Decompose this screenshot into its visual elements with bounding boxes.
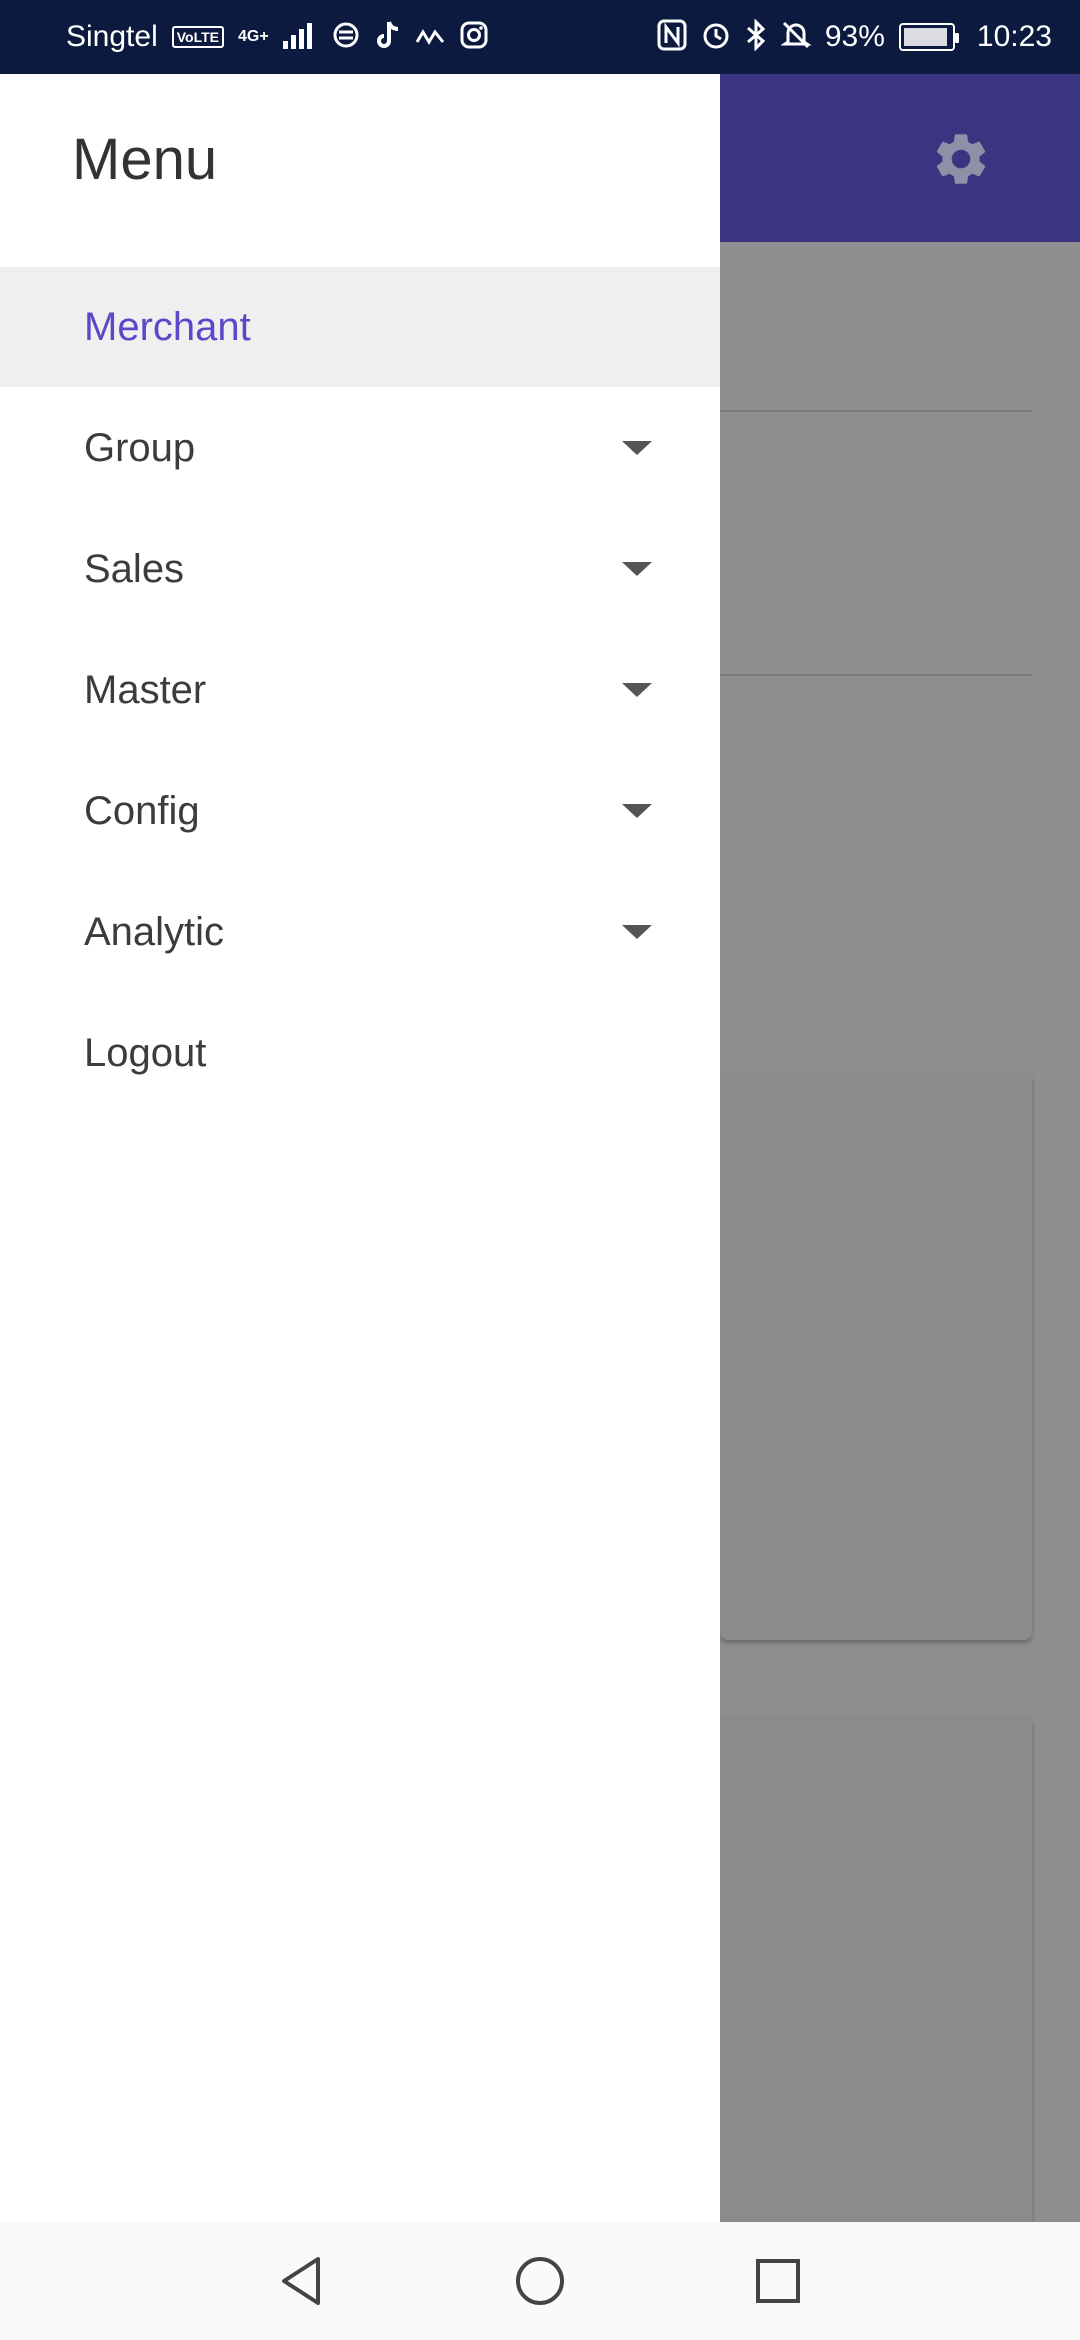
menu-item-label: Merchant <box>84 304 251 349</box>
carrier-name: Singtel <box>66 20 158 53</box>
signal-icon <box>282 21 317 54</box>
content-card <box>720 1716 1032 2236</box>
battery-percent: 93% <box>824 20 885 53</box>
app-notification-icon <box>331 20 361 55</box>
status-bar: Singtel VoLTE 4G+ 93% 10:23 <box>0 0 1080 74</box>
bluetooth-icon <box>745 17 767 56</box>
alarm-icon <box>701 20 731 55</box>
divider <box>720 410 1032 412</box>
divider <box>720 674 1032 676</box>
menu-item-label: Sales <box>84 546 185 591</box>
back-icon[interactable] <box>276 2255 328 2307</box>
mute-icon <box>779 20 812 55</box>
gear-icon[interactable] <box>930 128 992 190</box>
recents-icon[interactable] <box>752 2255 804 2307</box>
chevron-down-icon <box>622 562 652 576</box>
volte-badge: VoLTE <box>171 26 224 48</box>
wave-icon <box>415 23 445 51</box>
navigation-drawer: Menu Merchant Group Sales Master Config … <box>0 74 720 2222</box>
battery-level <box>903 28 947 46</box>
chevron-down-icon <box>622 683 652 697</box>
menu-item-merchant[interactable]: Merchant <box>0 267 720 387</box>
menu-item-logout[interactable]: Logout <box>0 993 720 1113</box>
menu-item-group[interactable]: Group <box>0 388 720 508</box>
menu-item-label: Config <box>84 788 200 833</box>
menu-item-label: Logout <box>84 1030 207 1075</box>
menu-item-analytic[interactable]: Analytic <box>0 872 720 992</box>
chevron-down-icon <box>622 804 652 818</box>
network-type: 4G+ <box>238 28 269 45</box>
system-nav-bar <box>0 2222 1080 2340</box>
drawer-title: Menu <box>72 127 218 192</box>
menu-item-master[interactable]: Master <box>0 630 720 750</box>
instagram-icon <box>459 20 489 55</box>
menu-item-label: Analytic <box>84 909 225 954</box>
menu-item-sales[interactable]: Sales <box>0 509 720 629</box>
nfc-icon <box>657 19 687 56</box>
menu-item-config[interactable]: Config <box>0 751 720 871</box>
menu-item-label: Group <box>84 425 196 470</box>
battery-icon <box>898 23 959 51</box>
tiktok-icon <box>375 20 401 55</box>
home-icon[interactable] <box>514 2255 566 2307</box>
chevron-down-icon <box>622 441 652 455</box>
clock: 10:23 <box>976 20 1052 53</box>
content-card <box>720 1072 1032 1640</box>
chevron-down-icon <box>622 925 652 939</box>
menu-item-label: Master <box>84 667 207 712</box>
